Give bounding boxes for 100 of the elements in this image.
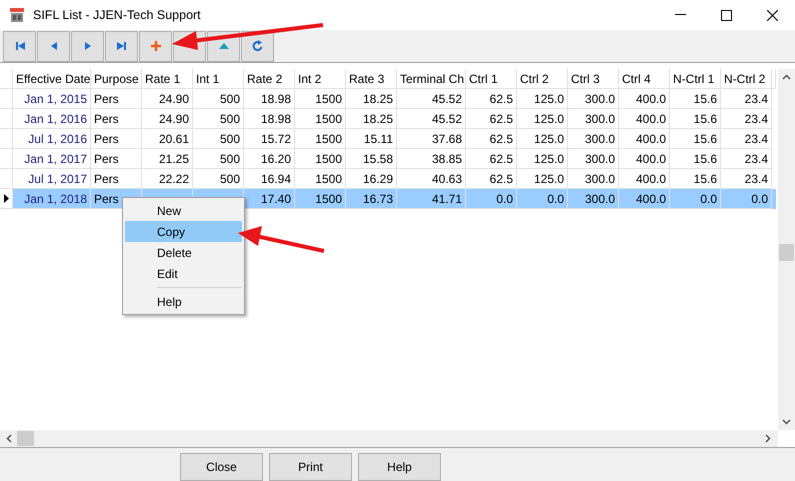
- table-cell: Pers: [91, 129, 142, 149]
- dialog-button[interactable]: Close: [180, 453, 263, 481]
- dialog-button[interactable]: Print: [269, 453, 352, 481]
- table-cell: 62.5: [466, 89, 517, 109]
- table-cell: 300.0: [568, 89, 619, 109]
- table-cell: 18.25: [346, 109, 397, 129]
- toolbar-button[interactable]: [3, 30, 36, 62]
- table-cell: 125.0: [517, 109, 568, 129]
- table-cell: 18.25: [346, 89, 397, 109]
- table-cell: 500: [193, 129, 244, 149]
- toolbar-button[interactable]: [71, 30, 104, 62]
- column-header[interactable]: N-Ctrl 1: [670, 69, 721, 89]
- table-cell: 300.0: [568, 129, 619, 149]
- window-title: SIFL List - JJEN-Tech Support: [33, 6, 201, 24]
- last-icon: [116, 40, 128, 52]
- table-cell: 15.72: [244, 129, 295, 149]
- column-header[interactable]: Ctrl 3: [568, 69, 619, 89]
- column-header[interactable]: Purpose: [91, 69, 142, 89]
- column-header[interactable]: Rate 1: [142, 69, 193, 89]
- table-cell: 1500: [295, 189, 346, 209]
- table-cell: 45.52: [397, 89, 466, 109]
- scroll-up-icon[interactable]: [782, 74, 791, 80]
- toolbar-button[interactable]: [37, 30, 70, 62]
- column-header[interactable]: Effective Date: [13, 69, 91, 89]
- table-cell: 23.4: [721, 89, 772, 109]
- table-cell: 500: [193, 149, 244, 169]
- menu-item[interactable]: Edit: [125, 263, 242, 284]
- column-header[interactable]: N-Ctrl 2: [721, 69, 772, 89]
- table-cell: Pers: [91, 109, 142, 129]
- row-header[interactable]: [0, 189, 13, 209]
- toolbar-button[interactable]: [139, 30, 172, 62]
- table-cell: 15.6: [670, 89, 721, 109]
- table-cell: Jul 1, 2016: [13, 129, 91, 149]
- menu-item[interactable]: Copy: [125, 221, 242, 242]
- column-header[interactable]: Rate 3: [346, 69, 397, 89]
- table-cell: 62.5: [466, 109, 517, 129]
- plus-icon: [150, 40, 162, 52]
- current-row-icon: [4, 194, 8, 203]
- table-cell: 23.4: [721, 149, 772, 169]
- maximize-icon[interactable]: [721, 10, 732, 20]
- table-cell: Jan 1, 2015: [13, 89, 91, 109]
- table-cell: 400.0: [619, 149, 670, 169]
- table-cell: 0.0: [721, 189, 772, 209]
- table-cell: 18.98: [244, 109, 295, 129]
- horizontal-scrollbar[interactable]: [0, 430, 778, 447]
- scroll-thumb[interactable]: [17, 431, 34, 446]
- table-cell: 38.85: [397, 149, 466, 169]
- table-cell: 62.5: [466, 149, 517, 169]
- table-cell: 23.4: [721, 129, 772, 149]
- table-cell: 21.25: [142, 149, 193, 169]
- table-cell: Jan 1, 2017: [13, 149, 91, 169]
- vertical-scrollbar[interactable]: [778, 69, 795, 430]
- table-cell: 400.0: [619, 89, 670, 109]
- column-header[interactable]: Int 2: [295, 69, 346, 89]
- table-cell: 0.0: [517, 189, 568, 209]
- table-cell: 400.0: [619, 129, 670, 149]
- column-header[interactable]: Int 1: [193, 69, 244, 89]
- scroll-right-icon[interactable]: [765, 434, 771, 443]
- scroll-left-icon[interactable]: [6, 434, 12, 443]
- table-cell: 125.0: [517, 149, 568, 169]
- table-cell: 45.52: [397, 109, 466, 129]
- menu-item[interactable]: Delete: [125, 242, 242, 263]
- column-header[interactable]: Ctrl 2: [517, 69, 568, 89]
- table-cell: 300.0: [568, 109, 619, 129]
- column-header[interactable]: Ctrl 4: [619, 69, 670, 89]
- refresh-icon: [252, 40, 264, 52]
- table-cell: 1500: [295, 109, 346, 129]
- table-cell: 300.0: [568, 189, 619, 209]
- scroll-down-icon[interactable]: [782, 419, 791, 425]
- table-cell: 500: [193, 89, 244, 109]
- close-icon[interactable]: [767, 10, 778, 20]
- table-cell: 16.73: [346, 189, 397, 209]
- table-cell: 23.4: [721, 109, 772, 129]
- table-cell: 125.0: [517, 129, 568, 149]
- table-cell: 15.11: [346, 129, 397, 149]
- table-cell: 0.0: [670, 189, 721, 209]
- table-cell: 1500: [295, 149, 346, 169]
- toolbar-button[interactable]: [105, 30, 138, 62]
- table-cell: 300.0: [568, 149, 619, 169]
- table-cell: 62.5: [466, 129, 517, 149]
- minimize-icon[interactable]: [675, 14, 686, 16]
- column-header[interactable]: Rate 2: [244, 69, 295, 89]
- table-cell: 24.90: [142, 109, 193, 129]
- table-cell: 1500: [295, 129, 346, 149]
- table-cell: 15.6: [670, 109, 721, 129]
- column-header[interactable]: Terminal Ch: [397, 69, 466, 89]
- table-cell: 18.98: [244, 89, 295, 109]
- table-cell: 37.68: [397, 129, 466, 149]
- table-cell: 15.6: [670, 129, 721, 149]
- table-cell: 20.61: [142, 129, 193, 149]
- app-icon: [9, 7, 25, 23]
- scroll-thumb[interactable]: [779, 244, 794, 261]
- table-cell: Jan 1, 2018: [13, 189, 91, 209]
- table-cell: 400.0: [619, 109, 670, 129]
- table-cell: Pers: [91, 149, 142, 169]
- column-header[interactable]: Ctrl 1: [466, 69, 517, 89]
- table-cell: Pers: [91, 89, 142, 109]
- first-icon: [14, 40, 26, 52]
- menu-item[interactable]: Help: [125, 291, 242, 312]
- dialog-button[interactable]: Help: [358, 453, 441, 481]
